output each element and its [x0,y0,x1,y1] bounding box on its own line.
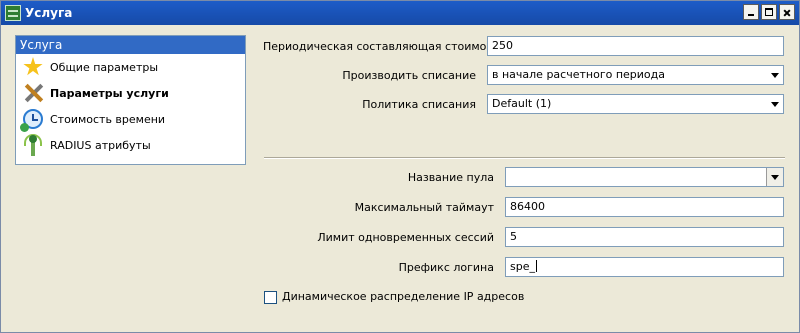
dynamic-ip-checkbox[interactable] [264,291,277,304]
charge-policy-select[interactable]: Default (1) [487,94,784,114]
minimize-button[interactable] [743,4,759,20]
pool-name-label: Название пула [407,171,494,184]
pool-name-select[interactable] [505,167,784,187]
periodic-cost-input[interactable]: 250 [487,36,784,56]
max-timeout-label: Максимальный таймаут [354,201,494,214]
window-title: Услуга [25,6,73,20]
section-divider [264,157,785,159]
charge-mode-label: Производить списание [342,69,476,82]
title-bar[interactable]: Услуга [1,1,799,25]
service-window: Услуга Услуга Общие параметры Параметры … [0,0,800,333]
charge-policy-value: Default (1) [492,97,552,110]
clock-icon [20,108,44,132]
session-limit-label: Лимит одновременных сессий [317,231,494,244]
star-icon [22,56,44,78]
max-timeout-input[interactable]: 86400 [505,197,784,217]
dynamic-ip-label[interactable]: Динамическое распределение IP адресов [282,290,524,303]
text-cursor [535,260,537,272]
sidebar-item-radius[interactable]: RADIUS атрибуты [16,132,245,158]
sidebar-item-time-cost[interactable]: Стоимость времени [16,106,245,132]
login-prefix-input[interactable]: spe_ [505,257,784,277]
login-prefix-value: spe_ [510,260,535,273]
sidebar: Услуга Общие параметры Параметры услуги … [15,35,246,165]
periodic-cost-label: Периодическая составляющая стоимости [263,40,507,53]
session-limit-input[interactable]: 5 [505,227,784,247]
sidebar-item-label: Параметры услуги [50,86,169,100]
sidebar-item-label: RADIUS атрибуты [50,138,151,152]
maximize-button[interactable] [761,4,777,20]
tools-icon [22,82,44,104]
sidebar-item-service-params[interactable]: Параметры услуги [16,80,245,106]
chevron-down-icon[interactable] [766,168,783,186]
antenna-icon [22,134,44,156]
charge-mode-select[interactable]: в начале расчетного периода [487,65,784,85]
app-icon [5,5,21,21]
sidebar-header[interactable]: Услуга [16,36,245,54]
window-controls [743,4,795,20]
charge-policy-label: Политика списания [362,98,476,111]
chevron-down-icon[interactable] [766,66,783,84]
sidebar-item-label: Стоимость времени [50,112,166,126]
charge-mode-value: в начале расчетного периода [492,68,665,81]
close-button[interactable] [779,4,795,20]
sidebar-item-general[interactable]: Общие параметры [16,54,245,80]
chevron-down-icon[interactable] [766,95,783,113]
login-prefix-label: Префикс логина [398,261,494,274]
sidebar-item-label: Общие параметры [50,60,159,74]
